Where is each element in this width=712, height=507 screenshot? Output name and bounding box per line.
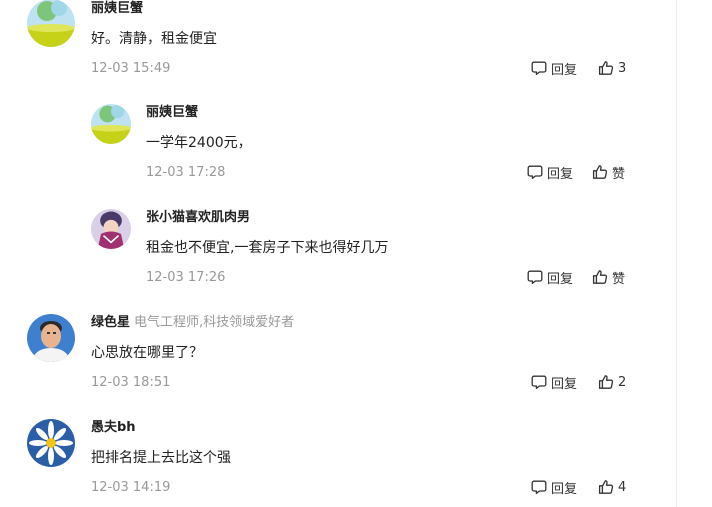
like-button[interactable]: 4 [598,477,626,497]
user-title: 电气工程师,科技领域爱好者 [134,315,295,330]
comment-text: 租金也不便宜,一套房子下来也得好几万 [146,240,389,256]
right-divider [676,0,677,507]
comment-item: 愚夫bh 把排名提上去比这个强 12-03 14:19 回复 4 [27,419,667,507]
comment-text: 心思放在哪里了？ [91,345,203,361]
reply-button[interactable]: 回复 [531,372,577,392]
username[interactable]: 愚夫bh [91,420,136,435]
timestamp: 12-03 18:51 [91,375,171,390]
comment-text: 一学年2400元， [146,135,252,151]
comment-header: 丽姨巨蟹 [146,104,198,122]
thumbs-up-icon [598,60,614,76]
like-count: 2 [618,374,627,390]
reply-button[interactable]: 回复 [531,58,577,78]
thumbs-up-icon [598,479,614,495]
daisy-avatar-icon[interactable] [27,419,75,467]
reply-item: 丽姨巨蟹 一学年2400元， 12-03 17:28 回复 赞 [91,104,667,204]
comment-bubble-icon [531,374,547,390]
comment-bubble-icon [527,164,543,180]
portrait-avatar-icon[interactable] [27,314,75,362]
reply-label: 回复 [551,481,578,497]
username[interactable]: 丽姨巨蟹 [91,1,143,16]
anime-avatar-icon[interactable] [91,209,131,249]
reply-button[interactable]: 回复 [527,162,573,182]
timestamp: 12-03 17:26 [146,270,226,285]
landscape-avatar-icon[interactable] [91,104,131,144]
like-label: 赞 [612,166,626,182]
username[interactable]: 丽姨巨蟹 [146,105,198,120]
comment-bubble-icon [531,479,547,495]
comment-header: 丽姨巨蟹 [91,0,143,18]
username[interactable]: 绿色星 [91,315,130,330]
like-label: 赞 [612,271,626,287]
landscape-avatar-icon[interactable] [27,0,75,47]
timestamp: 12-03 14:19 [91,480,171,495]
comment-header: 张小猫喜欢肌肉男 [146,209,250,227]
like-button[interactable]: 2 [598,372,626,392]
like-count: 3 [618,60,627,76]
comment-item: 丽姨巨蟹 好。清静，租金便宜 12-03 15:49 回复 3 [27,0,667,100]
like-button[interactable]: 3 [598,58,626,78]
thumbs-up-icon [592,164,608,180]
like-button[interactable]: 赞 [592,267,625,287]
reply-item: 张小猫喜欢肌肉男 租金也不便宜,一套房子下来也得好几万 12-03 17:26 … [91,209,667,309]
comment-header: 愚夫bh [91,419,136,437]
username[interactable]: 张小猫喜欢肌肉男 [146,210,250,225]
comment-bubble-icon [531,60,547,76]
comment-list: 丽姨巨蟹 好。清静，租金便宜 12-03 15:49 回复 3 丽姨巨蟹 一学年… [0,0,712,507]
comment-text: 好。清静，租金便宜 [91,31,217,47]
comment-text: 把排名提上去比这个强 [91,450,231,466]
thumbs-up-icon [592,269,608,285]
reply-button[interactable]: 回复 [527,267,573,287]
like-button[interactable]: 赞 [592,162,625,182]
like-count: 4 [618,479,627,495]
timestamp: 12-03 15:49 [91,61,171,76]
reply-label: 回复 [551,376,578,392]
reply-label: 回复 [551,62,578,78]
comment-bubble-icon [527,269,543,285]
reply-button[interactable]: 回复 [531,477,577,497]
reply-label: 回复 [547,166,574,182]
comment-header: 绿色星 电气工程师,科技领域爱好者 [91,314,294,332]
comment-item: 绿色星 电气工程师,科技领域爱好者 心思放在哪里了？ 12-03 18:51 回复… [27,314,667,414]
reply-label: 回复 [547,271,574,287]
thumbs-up-icon [598,374,614,390]
timestamp: 12-03 17:28 [146,165,226,180]
